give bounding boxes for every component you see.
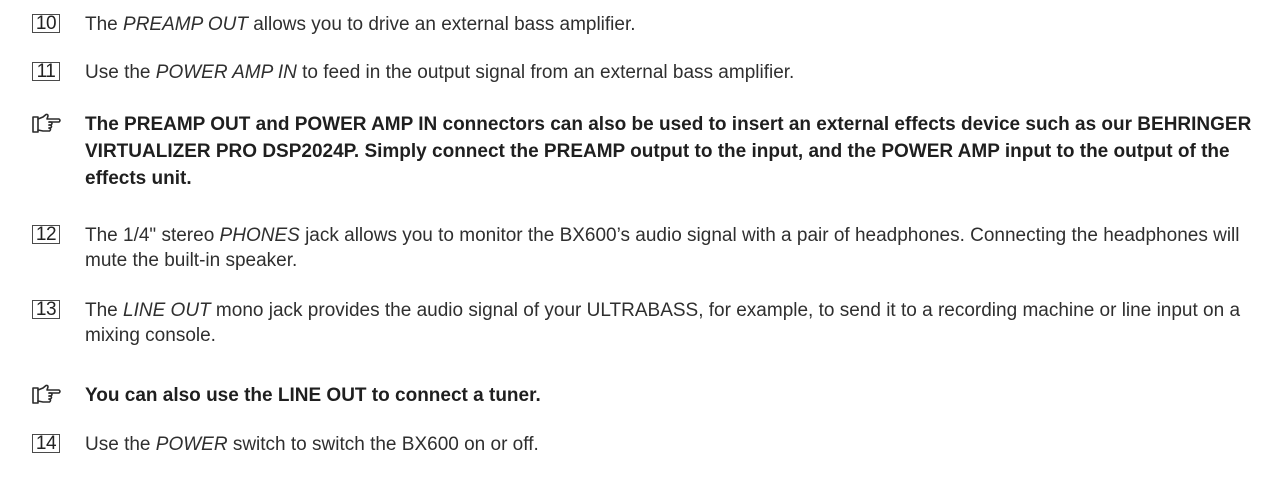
pointing-hand-icon	[32, 113, 61, 133]
item-number-box: 13	[32, 300, 60, 319]
pointing-hand-icon	[32, 384, 61, 404]
item-text: The LINE OUT mono jack provides the audi…	[85, 300, 1241, 346]
note-text: You can also use the LINE OUT to connect…	[85, 385, 541, 406]
list-item-13: 13 The LINE OUT mono jack provides the a…	[32, 298, 1255, 348]
item-text: Use the POWER AMP IN to feed in the outp…	[85, 62, 795, 83]
note-2: You can also use the LINE OUT to connect…	[32, 382, 1255, 409]
item-number-box: 12	[32, 225, 60, 244]
item-text: The PREAMP OUT allows you to drive an ex…	[85, 14, 636, 35]
item-text: The 1/4" stereo PHONES jack allows you t…	[85, 225, 1240, 271]
list-item-10: 10 The PREAMP OUT allows you to drive an…	[32, 12, 1255, 37]
control-name: POWER AMP IN	[155, 62, 297, 83]
list-item-11: 11 Use the POWER AMP IN to feed in the o…	[32, 60, 1255, 85]
item-number-box: 14	[32, 434, 60, 453]
list-item-14: 14 Use the POWER switch to switch the BX…	[32, 432, 1255, 457]
control-name: PREAMP OUT	[123, 14, 248, 35]
list-item-12: 12 The 1/4" stereo PHONES jack allows yo…	[32, 223, 1255, 273]
item-number-box: 11	[32, 62, 60, 81]
item-text: Use the POWER switch to switch the BX600…	[85, 434, 539, 455]
control-name: PHONES	[219, 225, 300, 246]
control-name: POWER	[155, 434, 228, 455]
item-number-box: 10	[32, 14, 60, 33]
control-name: LINE OUT	[123, 300, 211, 321]
note-1: The PREAMP OUT and POWER AMP IN connecto…	[32, 111, 1255, 192]
note-text: The PREAMP OUT and POWER AMP IN connecto…	[85, 114, 1252, 189]
